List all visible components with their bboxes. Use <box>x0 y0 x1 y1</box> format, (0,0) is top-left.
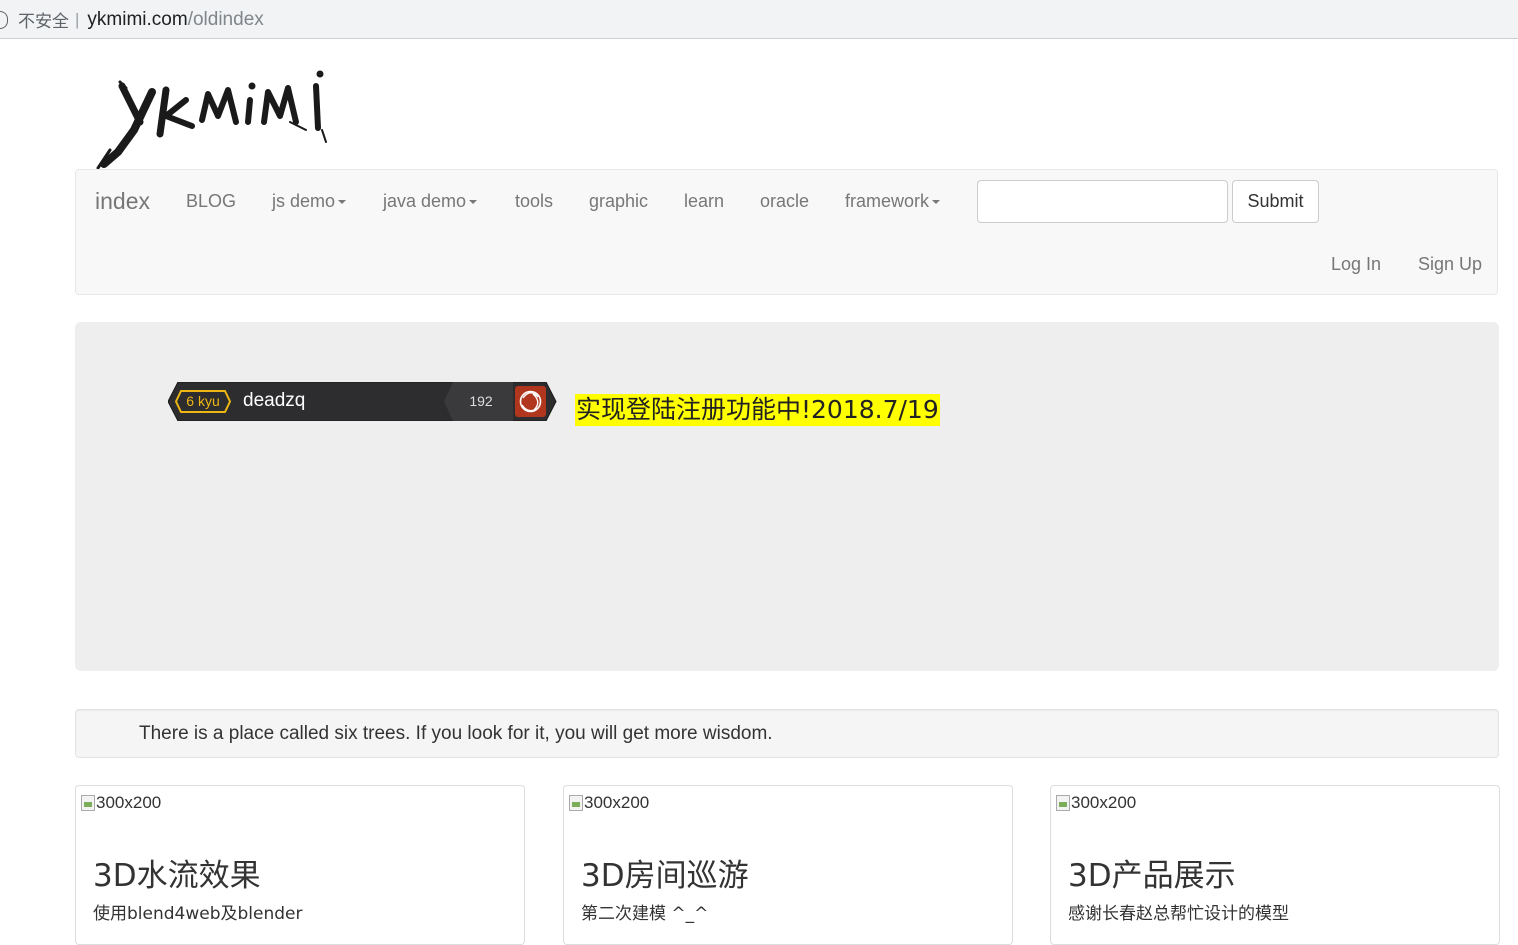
nav-item-js-demo[interactable]: js demo <box>272 191 347 212</box>
honor-score: 192 <box>469 393 493 409</box>
nav-item-label: framework <box>845 191 930 211</box>
url-path: /oldindex <box>187 8 264 30</box>
submit-button[interactable]: Submit <box>1232 180 1319 223</box>
url-bar[interactable]: 不安全 | ykmimi.com /oldindex <box>0 3 1518 36</box>
card-title: 3D产品展示 <box>1068 858 1236 894</box>
rank-label: 6 kyu <box>186 393 220 409</box>
broken-image-icon <box>1056 795 1070 811</box>
card-room-tour[interactable]: 300x200 3D房间巡游 第二次建模 ^_^ <box>563 785 1013 945</box>
badge-username: deadzq <box>243 390 306 411</box>
login-link[interactable]: Log In <box>1331 254 1381 275</box>
browser-address-bar: 不安全 | ykmimi.com /oldindex <box>0 0 1518 39</box>
card-image[interactable]: 300x200 <box>569 793 649 813</box>
url-host: ykmimi.com <box>87 8 188 30</box>
motto-well: There is a place called six trees. If yo… <box>75 709 1499 758</box>
card-water-effect[interactable]: 300x200 3D水流效果 使用blend4web及blender <box>75 785 525 945</box>
nav-item-blog[interactable]: BLOG <box>186 191 236 212</box>
card-title: 3D水流效果 <box>93 858 261 894</box>
card-description: 第二次建模 ^_^ <box>581 904 709 924</box>
nav-item-tools[interactable]: tools <box>515 191 553 212</box>
nav-item-label: BLOG <box>186 191 237 211</box>
card-description: 使用blend4web及blender <box>93 904 303 924</box>
nav-item-label: java demo <box>383 191 467 211</box>
nav-item-oracle[interactable]: oracle <box>760 191 809 212</box>
card-product-showcase[interactable]: 300x200 3D产品展示 感谢长春赵总帮忙设计的模型 <box>1050 785 1500 945</box>
card-description: 感谢长春赵总帮忙设计的模型 <box>1068 904 1289 924</box>
image-alt-text: 300x200 <box>584 793 650 812</box>
card-title: 3D房间巡游 <box>581 858 749 894</box>
nav-item-label: graphic <box>589 191 649 211</box>
broken-image-icon <box>569 795 583 811</box>
signup-link[interactable]: Sign Up <box>1418 254 1482 275</box>
image-alt-text: 300x200 <box>96 793 162 812</box>
image-alt-text: 300x200 <box>1071 793 1137 812</box>
motto-text: There is a place called six trees. If yo… <box>139 723 773 744</box>
search-input[interactable] <box>977 180 1228 223</box>
nav-item-label: oracle <box>760 191 810 211</box>
announcement-text: 实现登陆注册功能中!2018.7/19 <box>575 394 940 426</box>
site-info-icon[interactable] <box>0 10 8 29</box>
nav-item-learn[interactable]: learn <box>684 191 724 212</box>
nav-item-label: learn <box>684 191 725 211</box>
nav-item-graphic[interactable]: graphic <box>589 191 648 212</box>
nav-item-label: js demo <box>272 191 336 211</box>
site-logo[interactable] <box>90 64 335 172</box>
card-image[interactable]: 300x200 <box>81 793 161 813</box>
card-image[interactable]: 300x200 <box>1056 793 1136 813</box>
nav-brand-index[interactable]: index <box>95 188 150 215</box>
nav-item-framework[interactable]: framework <box>845 191 941 212</box>
codewars-badge[interactable]: 6 kyu deadzq 192 <box>168 382 558 421</box>
nav-item-java-demo[interactable]: java demo <box>383 191 478 212</box>
url-separator: | <box>75 9 80 29</box>
caret-down-icon <box>932 200 941 205</box>
security-label[interactable]: 不安全 <box>18 7 69 32</box>
caret-down-icon <box>469 200 478 205</box>
jumbotron: 6 kyu deadzq 192 实现登陆注册功能中!2018.7/19 <box>75 322 1499 671</box>
logo-brush-image <box>96 70 327 170</box>
caret-down-icon <box>338 200 347 205</box>
broken-image-icon <box>81 795 95 811</box>
nav-item-label: tools <box>515 191 554 211</box>
navbar: index BLOG js demo java demo tools graph… <box>75 169 1498 295</box>
